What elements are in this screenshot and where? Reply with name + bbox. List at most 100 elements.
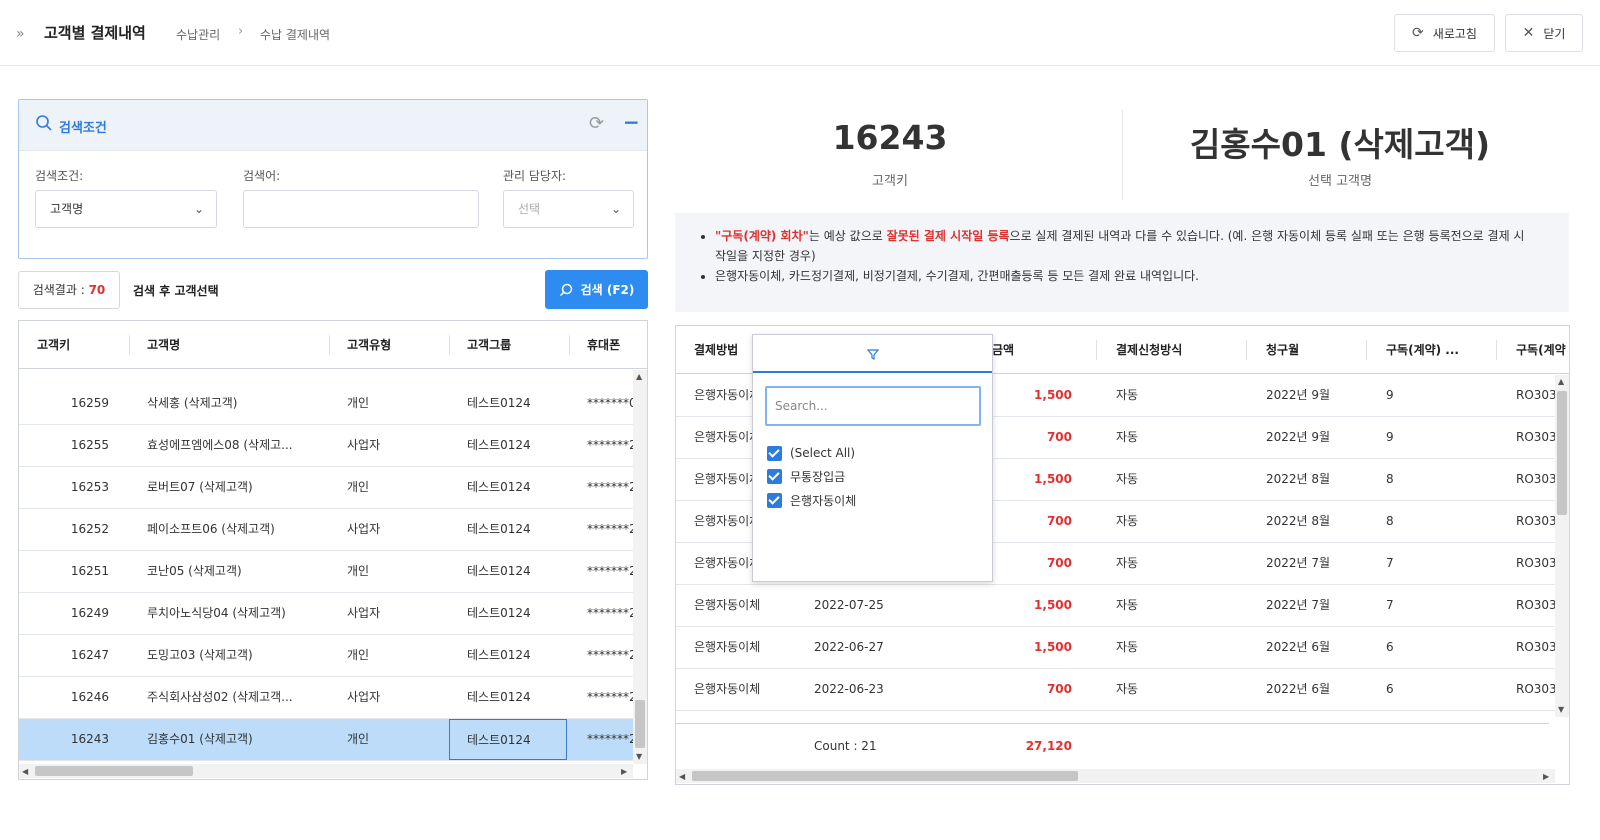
table-cell[interactable]: RO303 (1516, 417, 1555, 458)
column-header[interactable]: 금액 (992, 326, 1072, 374)
table-cell[interactable]: 8 (1386, 459, 1486, 500)
table-cell[interactable]: 16243 (37, 719, 109, 760)
table-row[interactable]: 16246 주식회사삼성02 (삭제고객... 사업자 테스트0124 *******2 (19, 677, 633, 719)
table-row[interactable]: 16251 코난05 (삭제고객) 개인 테스트0124 *******2 (19, 551, 633, 593)
table-cell[interactable]: 6 (1386, 627, 1486, 668)
table-cell[interactable]: 1,500 (976, 585, 1072, 626)
table-cell[interactable]: *******2 (587, 551, 633, 592)
scroll-down-icon[interactable]: ▼ (636, 752, 642, 761)
table-cell[interactable]: 자동 (1116, 669, 1236, 710)
table-cell[interactable]: 개인 (347, 383, 447, 424)
table-cell[interactable]: 7 (1386, 585, 1486, 626)
table-row[interactable]: 은행자동이체 2022-06-23 700 자동 2022년 6월 6 RO303 (676, 669, 1555, 711)
scroll-left-icon[interactable]: ◀ (22, 767, 28, 776)
condition-select[interactable]: 고객명 ⌄ (35, 190, 217, 228)
close-button[interactable]: ✕ 닫기 (1505, 14, 1583, 52)
table-cell[interactable]: 도밍고03 (삭제고객) (147, 635, 317, 676)
table-cell[interactable]: 자동 (1116, 375, 1236, 416)
table-cell[interactable]: 16247 (37, 635, 109, 676)
table-cell[interactable]: 2022년 7월 (1266, 585, 1366, 626)
breadcrumb-item-2[interactable]: 수납 결제내역 (260, 26, 330, 43)
table-row[interactable]: 은행자동이체 2022-06-27 1,500 자동 2022년 6월 6 RO303 (676, 627, 1555, 669)
table-cell[interactable]: 테스트0124 (467, 677, 567, 718)
table-cell[interactable]: RO303 (1516, 543, 1555, 584)
filter-option-1[interactable]: 무통장입금 (767, 466, 845, 486)
table-cell[interactable]: 16259 (37, 383, 109, 424)
scroll-down-icon[interactable]: ▼ (1558, 705, 1564, 714)
table-cell[interactable]: *******2 (587, 425, 633, 466)
table-cell[interactable]: *******2 (587, 719, 633, 760)
table-row[interactable]: 16247 도밍고03 (삭제고객) 개인 테스트0124 *******2 (19, 635, 633, 677)
table-cell[interactable]: 9 (1386, 375, 1486, 416)
checkbox-checked-icon[interactable] (767, 445, 782, 461)
collapse-icon[interactable]: − (623, 110, 640, 134)
table-row[interactable]: 16249 루치아노식당04 (삭제고객) 사업자 테스트0124 *******2 (19, 593, 633, 635)
table-cell[interactable]: 자동 (1116, 585, 1236, 626)
table-cell[interactable]: 7 (1386, 543, 1486, 584)
table-cell[interactable]: RO303 (1516, 375, 1555, 416)
table-cell[interactable]: 은행자동이체 (694, 627, 804, 668)
table-cell[interactable]: RO303 (1516, 585, 1555, 626)
column-header[interactable]: 고객명 (147, 321, 327, 369)
scroll-thumb[interactable] (1557, 391, 1567, 515)
checkbox-checked-icon[interactable] (767, 468, 782, 484)
table-cell[interactable]: 자동 (1116, 543, 1236, 584)
table-cell[interactable]: 주식회사삼성02 (삭제고객... (147, 677, 317, 718)
table-cell[interactable]: 테스트0124 (449, 719, 567, 760)
table-cell[interactable]: *******2 (587, 635, 633, 676)
table-cell[interactable]: 2022-06-27 (814, 627, 924, 668)
refresh-button[interactable]: ⟳ 새로고침 (1394, 14, 1495, 52)
table-cell[interactable]: 개인 (347, 467, 447, 508)
table-cell[interactable]: 개인 (347, 635, 447, 676)
table-cell[interactable]: *******2 (587, 509, 633, 550)
table-cell[interactable]: 자동 (1116, 417, 1236, 458)
table-cell[interactable]: RO303 (1516, 627, 1555, 668)
table-cell[interactable]: 자동 (1116, 459, 1236, 500)
table-cell[interactable]: *******2 (587, 677, 633, 718)
table-cell[interactable]: 2022년 7월 (1266, 543, 1366, 584)
table-cell[interactable]: 16246 (37, 677, 109, 718)
table-cell[interactable]: 개인 (347, 551, 447, 592)
horizontal-scrollbar[interactable]: ◀ ▶ (19, 764, 633, 778)
table-cell[interactable]: 16255 (37, 425, 109, 466)
table-row[interactable]: 은행자동이체 2022-07-25 1,500 자동 2022년 7월 7 RO303 (676, 585, 1555, 627)
table-cell[interactable]: 자동 (1116, 627, 1236, 668)
table-cell[interactable]: 16252 (37, 509, 109, 550)
scroll-thumb[interactable] (635, 700, 645, 748)
table-cell[interactable]: RO303 (1516, 459, 1555, 500)
column-header[interactable]: 고객유형 (347, 321, 447, 369)
table-cell[interactable]: *******0 (587, 383, 633, 424)
table-cell[interactable]: *******2 (587, 467, 633, 508)
table-cell[interactable]: 사업자 (347, 593, 447, 634)
table-cell[interactable]: 사업자 (347, 509, 447, 550)
column-header[interactable]: 결제신청방식 (1116, 326, 1236, 374)
filter-search-input[interactable]: Search... (765, 386, 981, 426)
keyword-input[interactable] (243, 190, 479, 228)
table-cell[interactable]: 2022년 9월 (1266, 375, 1366, 416)
table-cell[interactable]: 테스트0124 (467, 383, 567, 424)
vertical-scrollbar[interactable]: ▲ ▼ (1555, 375, 1569, 717)
vertical-scrollbar[interactable]: ▲ ▼ (633, 370, 647, 764)
table-cell[interactable]: 루치아노식당04 (삭제고객) (147, 593, 317, 634)
table-cell[interactable]: 삭세홍 (삭제고객) (147, 383, 317, 424)
table-cell[interactable]: 16251 (37, 551, 109, 592)
table-cell[interactable]: 페이소프트06 (삭제고객) (147, 509, 317, 550)
table-cell[interactable]: 은행자동이체 (694, 669, 804, 710)
table-cell[interactable]: 2022년 6월 (1266, 627, 1366, 668)
table-cell[interactable]: 사업자 (347, 677, 447, 718)
search-button[interactable]: 검색 (F2) (545, 270, 648, 309)
table-cell[interactable]: 테스트0124 (467, 551, 567, 592)
scroll-thumb[interactable] (692, 771, 1078, 781)
table-cell[interactable]: 테스트0124 (467, 467, 567, 508)
table-cell[interactable]: 2022년 8월 (1266, 459, 1366, 500)
scroll-right-icon[interactable]: ▶ (621, 767, 627, 776)
column-header[interactable]: 구독(계약 (1516, 326, 1569, 374)
breadcrumb-item-1[interactable]: 수납관리 (176, 26, 220, 43)
table-cell[interactable]: 2022년 6월 (1266, 669, 1366, 710)
table-cell[interactable]: 16253 (37, 467, 109, 508)
scroll-right-icon[interactable]: ▶ (1543, 772, 1549, 781)
table-cell[interactable]: 700 (976, 669, 1072, 710)
table-cell[interactable]: 8 (1386, 501, 1486, 542)
table-cell[interactable]: RO303 (1516, 669, 1555, 710)
table-row[interactable]: 16253 로버트07 (삭제고객) 개인 테스트0124 *******2 (19, 467, 633, 509)
